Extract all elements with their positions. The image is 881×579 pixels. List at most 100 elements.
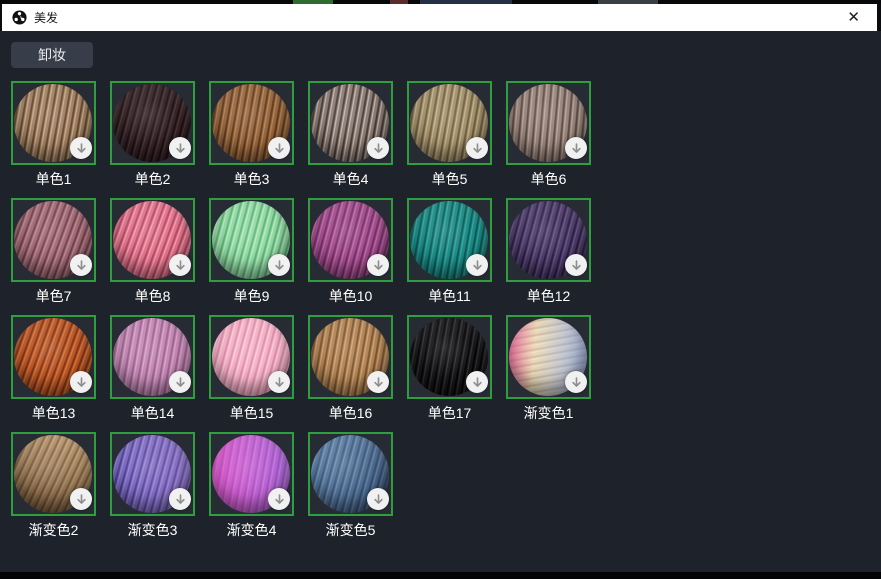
background-app-bottom-edge: [0, 572, 881, 579]
download-button[interactable]: [565, 137, 587, 159]
download-button[interactable]: [367, 371, 389, 393]
download-icon: [75, 376, 88, 389]
swatch-cell: 渐变色2: [11, 432, 96, 538]
download-button[interactable]: [169, 371, 191, 393]
download-button[interactable]: [367, 254, 389, 276]
download-button[interactable]: [70, 371, 92, 393]
swatch-cell: 单色16: [308, 315, 393, 421]
window-title: 美发: [34, 12, 58, 24]
swatch-label: 单色17: [407, 405, 492, 421]
swatch-tile[interactable]: [209, 81, 294, 165]
download-icon: [75, 142, 88, 155]
swatch-label: 单色1: [11, 171, 96, 187]
swatch-tile[interactable]: [11, 198, 96, 282]
swatch-tile[interactable]: [308, 81, 393, 165]
download-button[interactable]: [268, 488, 290, 510]
swatch-cell: 单色13: [11, 315, 96, 421]
close-button[interactable]: ✕: [843, 8, 864, 27]
swatch-label: 单色7: [11, 288, 96, 304]
download-button[interactable]: [70, 137, 92, 159]
download-button[interactable]: [466, 371, 488, 393]
download-button[interactable]: [565, 371, 587, 393]
swatch-cell: 渐变色4: [209, 432, 294, 538]
swatch-tile[interactable]: [110, 315, 195, 399]
background-fragment: [293, 0, 333, 4]
swatch-tile[interactable]: [110, 432, 195, 516]
swatch-tile[interactable]: [407, 81, 492, 165]
swatch-tile[interactable]: [11, 315, 96, 399]
swatch-tile[interactable]: [209, 315, 294, 399]
obs-logo-icon: [12, 10, 27, 25]
download-button[interactable]: [565, 254, 587, 276]
swatch-tile[interactable]: [110, 81, 195, 165]
download-icon: [471, 259, 484, 272]
download-icon: [75, 493, 88, 506]
swatch-cell: 单色11: [407, 198, 492, 304]
download-icon: [471, 376, 484, 389]
swatch-label: 单色13: [11, 405, 96, 421]
swatch-cell: 单色8: [110, 198, 195, 304]
swatch-label: 渐变色1: [506, 405, 591, 421]
swatch-cell: 单色3: [209, 81, 294, 187]
background-app-edge: [0, 0, 881, 4]
swatch-label: 单色15: [209, 405, 294, 421]
swatch-cell: 渐变色5: [308, 432, 393, 538]
download-button[interactable]: [169, 254, 191, 276]
remove-makeup-button[interactable]: 卸妆: [11, 42, 93, 68]
swatch-label: 单色16: [308, 405, 393, 421]
swatch-tile[interactable]: [407, 198, 492, 282]
download-button[interactable]: [367, 137, 389, 159]
swatch-cell: 单色17: [407, 315, 492, 421]
swatch-tile[interactable]: [308, 315, 393, 399]
download-button[interactable]: [268, 371, 290, 393]
download-button[interactable]: [268, 254, 290, 276]
download-icon: [570, 259, 583, 272]
swatch-label: 单色8: [110, 288, 195, 304]
swatch-cell: 单色6: [506, 81, 591, 187]
download-icon: [372, 493, 385, 506]
swatch-cell: 单色5: [407, 81, 492, 187]
swatch-tile[interactable]: [506, 198, 591, 282]
swatch-tile[interactable]: [110, 198, 195, 282]
swatch-cell: 渐变色1: [506, 315, 591, 421]
download-button[interactable]: [169, 137, 191, 159]
swatch-tile[interactable]: [506, 81, 591, 165]
download-button[interactable]: [169, 488, 191, 510]
swatch-label: 单色11: [407, 288, 492, 304]
download-icon: [273, 376, 286, 389]
swatch-tile[interactable]: [308, 198, 393, 282]
swatch-label: 单色9: [209, 288, 294, 304]
background-fragment: [420, 0, 512, 4]
swatch-cell: 单色2: [110, 81, 195, 187]
download-button[interactable]: [70, 254, 92, 276]
swatch-tile[interactable]: [11, 81, 96, 165]
download-icon: [372, 376, 385, 389]
swatch-tile[interactable]: [407, 315, 492, 399]
titlebar[interactable]: 美发 ✕: [0, 4, 881, 31]
swatch-label: 单色4: [308, 171, 393, 187]
swatch-tile[interactable]: [506, 315, 591, 399]
swatch-tile[interactable]: [308, 432, 393, 516]
swatch-label: 单色10: [308, 288, 393, 304]
download-icon: [174, 376, 187, 389]
download-button[interactable]: [466, 254, 488, 276]
swatch-tile[interactable]: [209, 198, 294, 282]
download-button[interactable]: [367, 488, 389, 510]
swatch-label: 单色3: [209, 171, 294, 187]
download-icon: [570, 142, 583, 155]
swatch-cell: 单色7: [11, 198, 96, 304]
swatch-label: 渐变色4: [209, 522, 294, 538]
swatch-cell: 单色15: [209, 315, 294, 421]
swatch-label: 单色12: [506, 288, 591, 304]
swatch-tile[interactable]: [11, 432, 96, 516]
download-icon: [174, 493, 187, 506]
swatch-label: 单色6: [506, 171, 591, 187]
download-button[interactable]: [70, 488, 92, 510]
download-icon: [372, 259, 385, 272]
download-button[interactable]: [466, 137, 488, 159]
download-icon: [273, 259, 286, 272]
background-fragment: [390, 0, 408, 4]
swatch-cell: 单色9: [209, 198, 294, 304]
swatch-tile[interactable]: [209, 432, 294, 516]
download-button[interactable]: [268, 137, 290, 159]
